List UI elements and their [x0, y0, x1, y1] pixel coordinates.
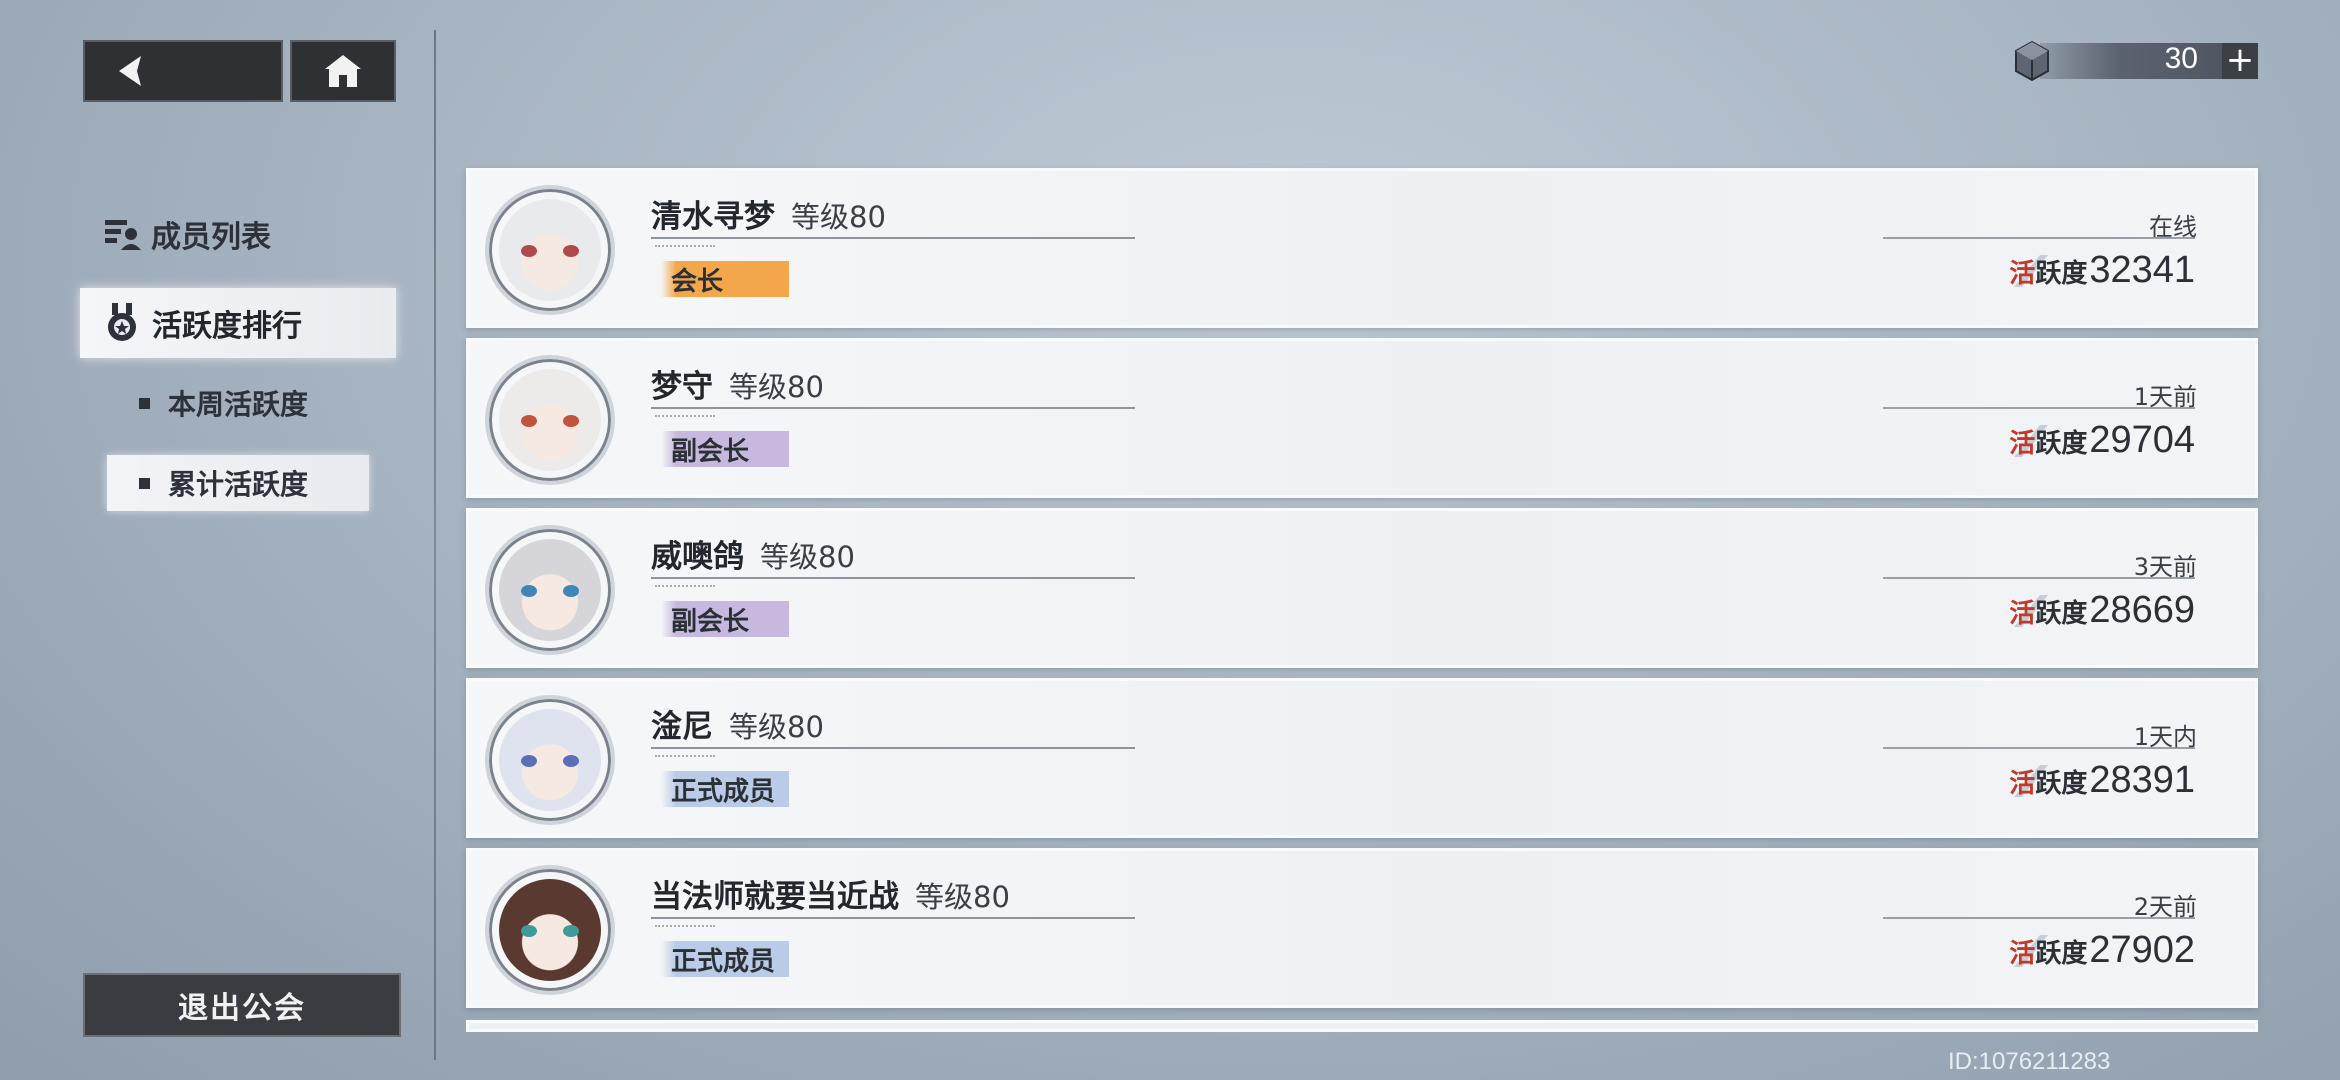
avatar[interactable]	[485, 695, 615, 825]
avatar[interactable]	[485, 355, 615, 485]
member-level: 等级80	[791, 200, 886, 234]
member-name: 淦尼	[651, 709, 713, 745]
role-badge: 副会长	[661, 431, 789, 467]
avatar[interactable]	[485, 185, 615, 315]
member-level: 等级80	[729, 370, 824, 404]
role-badge: 正式成员	[661, 941, 789, 977]
member-level: 等级80	[729, 710, 824, 744]
bullet-icon	[139, 477, 150, 489]
divider	[655, 245, 715, 249]
home-button[interactable]	[290, 40, 396, 102]
member-row[interactable]: 清水寻梦 等级80 会长 在线 活跃度 32341	[466, 168, 2258, 328]
activity-value: 29704	[2089, 419, 2195, 461]
total-activity-label: 累计活跃度	[168, 468, 309, 501]
chevron-left-icon	[119, 56, 141, 86]
weekly-activity-tab[interactable]: 本周活跃度	[107, 375, 369, 431]
avatar-eyes	[521, 415, 579, 427]
member-list-tab[interactable]: 成员列表	[103, 212, 271, 256]
activity-value: 28391	[2089, 759, 2195, 801]
member-list-icon	[105, 220, 141, 250]
back-button[interactable]	[83, 40, 283, 102]
activity-value: 27902	[2089, 929, 2195, 971]
divider	[655, 925, 715, 929]
divider	[655, 755, 715, 759]
member-level: 等级80	[915, 880, 1010, 914]
member-name: 当法师就要当近战	[651, 879, 899, 915]
online-status: 在线	[2149, 213, 2197, 241]
member-name: 清水寻梦	[651, 199, 775, 235]
online-status: 1天内	[2133, 723, 2197, 751]
member-name: 梦守	[651, 369, 713, 405]
member-level: 等级80	[760, 540, 855, 574]
activity-value: 28669	[2089, 589, 2195, 631]
activity-score: 活跃度 28669	[2009, 589, 2195, 632]
total-activity-tab[interactable]: 累计活跃度	[107, 455, 369, 511]
avatar-eyes	[521, 245, 579, 257]
avatar-eyes	[521, 925, 579, 937]
weekly-activity-label: 本周活跃度	[168, 388, 309, 421]
home-icon	[325, 55, 361, 87]
divider	[651, 407, 1135, 409]
member-list: 清水寻梦 等级80 会长 在线 活跃度 32341 梦守 等级80 副会长 1天…	[466, 168, 2258, 1018]
member-row[interactable]: 梦守 等级80 副会长 1天前 活跃度 29704	[466, 338, 2258, 498]
divider	[651, 577, 1135, 579]
divider	[651, 237, 1135, 239]
exit-guild-button[interactable]: 退出公会	[83, 973, 401, 1037]
activity-ranking-label: 活跃度排行	[152, 309, 302, 344]
add-currency-button[interactable]: +	[2222, 43, 2258, 79]
activity-score: 活跃度 29704	[2009, 419, 2195, 462]
activity-value: 32341	[2089, 249, 2195, 291]
player-id: ID:1076211283	[1948, 1048, 2111, 1075]
online-status: 3天前	[2133, 553, 2197, 581]
divider	[651, 917, 1135, 919]
role-badge: 副会长	[661, 601, 789, 637]
activity-score: 活跃度 28391	[2009, 759, 2195, 802]
divider	[651, 747, 1135, 749]
member-row[interactable]: 淦尼 等级80 正式成员 1天内 活跃度 28391	[466, 678, 2258, 838]
list-item-partial	[466, 1020, 2258, 1032]
currency-display: 30 +	[2010, 38, 2258, 84]
activity-label: 活跃度	[2009, 939, 2088, 969]
member-row[interactable]: 威噢鸽 等级80 副会长 3天前 活跃度 28669	[466, 508, 2258, 668]
cube-gem-icon	[2015, 40, 2049, 82]
activity-score: 活跃度 27902	[2009, 929, 2195, 972]
bullet-icon	[139, 397, 150, 409]
avatar[interactable]	[485, 525, 615, 655]
activity-label: 活跃度	[2009, 429, 2088, 459]
avatar-eyes	[521, 755, 579, 767]
avatar[interactable]	[485, 865, 615, 995]
online-status: 1天前	[2133, 383, 2197, 411]
role-badge: 会长	[661, 261, 789, 297]
currency-value: 30	[2164, 42, 2198, 75]
divider	[655, 415, 715, 419]
activity-label: 活跃度	[2009, 599, 2088, 629]
currency-bar	[2040, 43, 2235, 79]
activity-ranking-tab[interactable]: 活跃度排行	[80, 288, 396, 358]
role-badge: 正式成员	[661, 771, 789, 807]
divider	[655, 585, 715, 589]
member-row[interactable]: 当法师就要当近战 等级80 正式成员 2天前 活跃度 27902	[466, 848, 2258, 1008]
avatar-eyes	[521, 585, 579, 597]
activity-label: 活跃度	[2009, 769, 2088, 799]
member-name: 威噢鸽	[651, 539, 744, 575]
activity-label: 活跃度	[2009, 259, 2088, 289]
medal-icon	[108, 303, 136, 341]
online-status: 2天前	[2133, 893, 2197, 921]
panel-divider	[434, 30, 436, 1060]
member-list-label: 成员列表	[151, 220, 271, 255]
activity-score: 活跃度 32341	[2009, 249, 2195, 292]
